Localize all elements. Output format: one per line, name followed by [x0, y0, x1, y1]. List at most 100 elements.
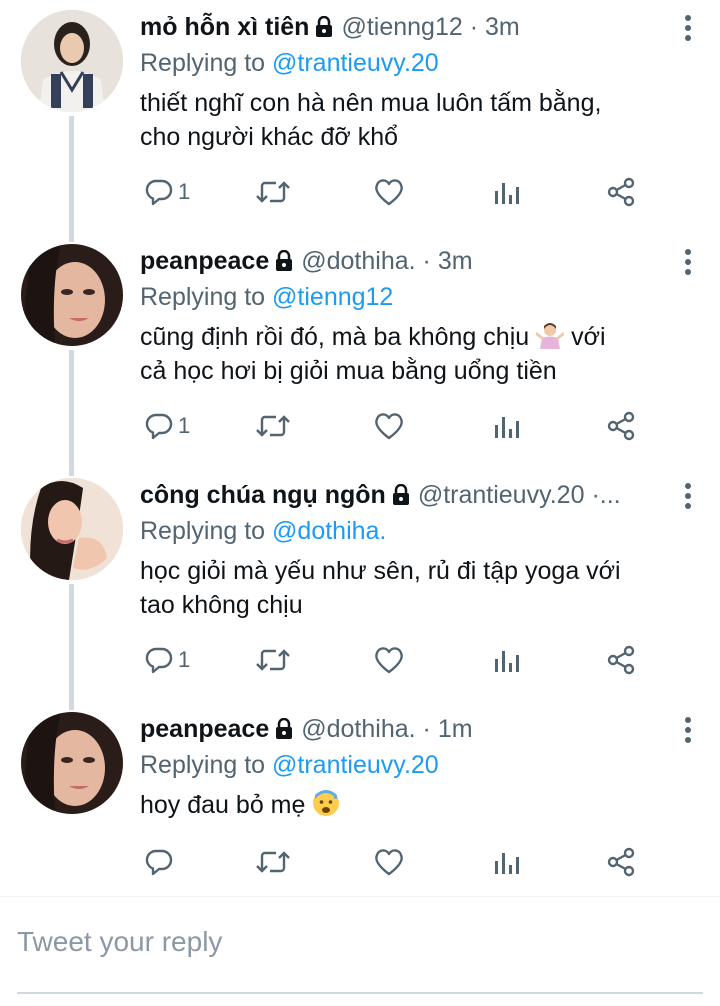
like-button[interactable]: [373, 172, 405, 212]
replying-to: Replying to @trantieuvy.20: [140, 46, 700, 80]
like-button[interactable]: [373, 406, 405, 446]
replying-to-mention[interactable]: @dothiha.: [272, 517, 386, 545]
analytics-button[interactable]: [492, 640, 520, 680]
analytics-button[interactable]: [492, 172, 520, 212]
display-name[interactable]: mỏ hỗn xì tiên: [140, 13, 309, 41]
share-button[interactable]: [606, 406, 636, 446]
analytics-button[interactable]: [492, 406, 520, 446]
separator-dot: ·...: [591, 481, 621, 509]
timestamp[interactable]: 3m: [485, 13, 520, 41]
tweet-actions: 1: [140, 640, 640, 680]
tweet-text-line: hoy đau bỏ mẹ: [140, 788, 700, 822]
tweet-actions: [140, 842, 640, 882]
tweet[interactable]: mỏ hỗn xì tiên @tienng12 · 3m Replying to…: [0, 0, 720, 234]
avatar[interactable]: [21, 10, 123, 112]
analytics-icon: [495, 183, 519, 204]
tweet-text-line: tao không chịu: [140, 591, 303, 619]
tweet-text-line: thiết nghĩ con hà nên mua luôn tấm bằng,: [140, 89, 602, 117]
tweet-text-segment: cũng định rồi đó, mà ba không chịu: [140, 323, 530, 351]
replying-to: Replying to @trantieuvy.20: [140, 748, 700, 782]
analytics-icon: [495, 651, 519, 672]
more-options-icon[interactable]: [676, 246, 700, 280]
lock-icon: [390, 479, 412, 514]
heart-icon: [375, 647, 403, 674]
avatar[interactable]: [21, 712, 123, 814]
username[interactable]: @tienng12: [341, 13, 462, 41]
reply-icon: [145, 413, 173, 440]
share-icon: [607, 847, 635, 877]
username[interactable]: @dothiha.: [301, 715, 415, 743]
tweet[interactable]: công chúa ngụ ngôn @trantieuvy.20 ·... Re…: [0, 468, 720, 702]
share-button[interactable]: [606, 842, 636, 882]
share-icon: [607, 645, 635, 675]
lock-icon: [313, 11, 335, 46]
anxious-face-emoji-icon: [312, 789, 340, 817]
reply-count: 1: [178, 413, 191, 438]
avatar[interactable]: [21, 244, 123, 346]
more-options-icon[interactable]: [676, 12, 700, 46]
reply-count: 1: [178, 647, 191, 672]
tweet-text: hoy đau bỏ mẹ: [140, 788, 700, 822]
retweet-button[interactable]: [255, 406, 291, 446]
more-options-icon[interactable]: [676, 480, 700, 514]
retweet-icon: [256, 851, 290, 873]
tweet[interactable]: peanpeace @dothiha. · 3m Replying to @tie…: [0, 234, 720, 468]
share-icon: [607, 177, 635, 207]
replying-to-mention[interactable]: @trantieuvy.20: [272, 49, 439, 77]
like-button[interactable]: [373, 640, 405, 680]
reply-button[interactable]: 1: [144, 172, 190, 212]
separator-dot: ·: [422, 247, 431, 275]
tweet-actions: 1: [140, 406, 640, 446]
reply-button[interactable]: 1: [144, 640, 190, 680]
reply-button[interactable]: [144, 842, 174, 882]
retweet-button[interactable]: [255, 842, 291, 882]
display-name[interactable]: peanpeace: [140, 247, 269, 275]
retweet-icon: [256, 649, 290, 671]
heart-icon: [375, 179, 403, 206]
analytics-button[interactable]: [492, 842, 520, 882]
tweet-header: peanpeace @dothiha. · 1m: [140, 710, 700, 748]
more-options-icon[interactable]: [676, 714, 700, 748]
avatar[interactable]: [21, 478, 123, 580]
analytics-icon: [495, 417, 519, 438]
reply-icon: [145, 179, 173, 206]
heart-icon: [375, 413, 403, 440]
analytics-icon: [495, 853, 519, 874]
username[interactable]: @dothiha.: [301, 247, 415, 275]
display-name[interactable]: công chúa ngụ ngôn: [140, 481, 386, 509]
reply-input[interactable]: Tweet your reply: [17, 926, 222, 958]
reply-composer[interactable]: Tweet your reply: [0, 896, 720, 1006]
replying-to-label: Replying to: [140, 49, 266, 77]
timestamp[interactable]: 3m: [438, 247, 473, 275]
replying-to-mention[interactable]: @trantieuvy.20: [272, 751, 439, 779]
reply-icon: [145, 849, 173, 876]
tweet-text: cũng định rồi đó, mà ba không chịu với c…: [140, 320, 700, 388]
tweet-actions: 1: [140, 172, 640, 212]
tweet-text-line: học giỏi mà yếu như sên, rủ đi tập yoga …: [140, 557, 621, 585]
timestamp[interactable]: 1m: [438, 715, 473, 743]
separator-dot: ·: [422, 715, 431, 743]
reply-count: 1: [178, 179, 191, 204]
heart-icon: [375, 849, 403, 876]
tweet-text: thiết nghĩ con hà nên mua luôn tấm bằng,…: [140, 86, 700, 154]
tweet-text-line: cả học hơi bị giỏi mua bằng uổng tiền: [140, 357, 557, 385]
separator-dot: ·: [469, 13, 479, 41]
retweet-button[interactable]: [255, 640, 291, 680]
replying-to-mention[interactable]: @tienng12: [272, 283, 393, 311]
tweet[interactable]: peanpeace @dothiha. · 1m Replying to @tra…: [0, 702, 720, 896]
retweet-button[interactable]: [255, 172, 291, 212]
share-icon: [607, 411, 635, 441]
replying-to-label: Replying to: [140, 283, 266, 311]
reply-button[interactable]: 1: [144, 406, 190, 446]
share-button[interactable]: [606, 172, 636, 212]
tweet-text-segment: hoy đau bỏ mẹ: [140, 791, 306, 819]
username[interactable]: @trantieuvy.20: [418, 481, 585, 509]
lock-icon: [273, 245, 295, 280]
reply-input-underline: [17, 992, 703, 994]
retweet-icon: [256, 181, 290, 203]
tweet-text-segment: với: [571, 323, 606, 351]
display-name[interactable]: peanpeace: [140, 715, 269, 743]
share-button[interactable]: [606, 640, 636, 680]
like-button[interactable]: [373, 842, 405, 882]
person-shrugging-emoji-icon: [535, 321, 565, 349]
